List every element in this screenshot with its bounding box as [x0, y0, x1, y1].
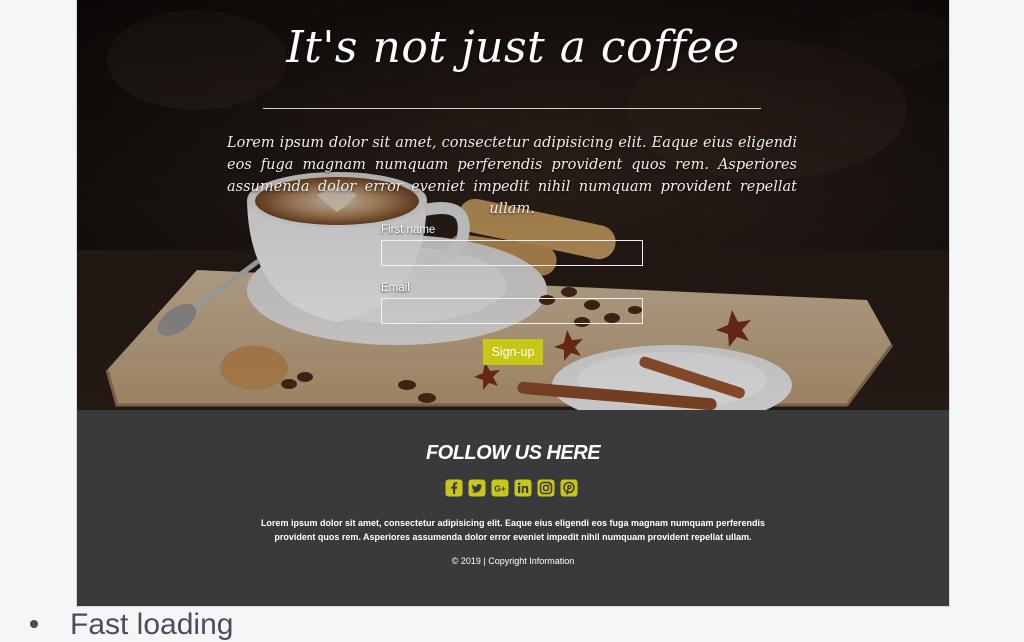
hero-description: Lorem ipsum dolor sit amet, consectetur … [227, 135, 797, 217]
first-name-input[interactable] [381, 240, 643, 266]
template-preview-frame: It's not just a coffee Lorem ipsum dolor… [76, 0, 950, 607]
email-label: Email [381, 282, 410, 294]
linkedin-icon[interactable] [514, 479, 532, 497]
email-input[interactable] [381, 298, 643, 324]
signup-form: First name Email [381, 224, 645, 340]
first-name-label: First name [381, 224, 436, 236]
footer: FOLLOW US HERE G+ Lorem ipsum dolor sit … [77, 410, 949, 606]
instagram-icon[interactable] [537, 479, 555, 497]
svg-text:G+: G+ [494, 484, 506, 494]
pinterest-icon[interactable] [560, 479, 578, 497]
follow-us-heading: FOLLOW US HERE [425, 442, 601, 464]
signup-button[interactable]: Sign-up [483, 339, 543, 365]
twitter-icon[interactable] [468, 479, 486, 497]
copyright-text: © 2019 | Copyright Information [451, 556, 575, 566]
feature-label: Fast loading [70, 608, 234, 641]
hero-section: It's not just a coffee Lorem ipsum dolor… [77, 0, 949, 410]
social-links: G+ [445, 479, 578, 497]
footer-description: Lorem ipsum dolor sit amet, consectetur … [260, 518, 766, 542]
hero-divider [263, 108, 761, 109]
hero-title: It's not just a coffee [286, 22, 740, 73]
facebook-icon[interactable] [445, 479, 463, 497]
google-plus-icon[interactable]: G+ [491, 479, 509, 497]
feature-list-item: Fast loading [30, 608, 233, 642]
